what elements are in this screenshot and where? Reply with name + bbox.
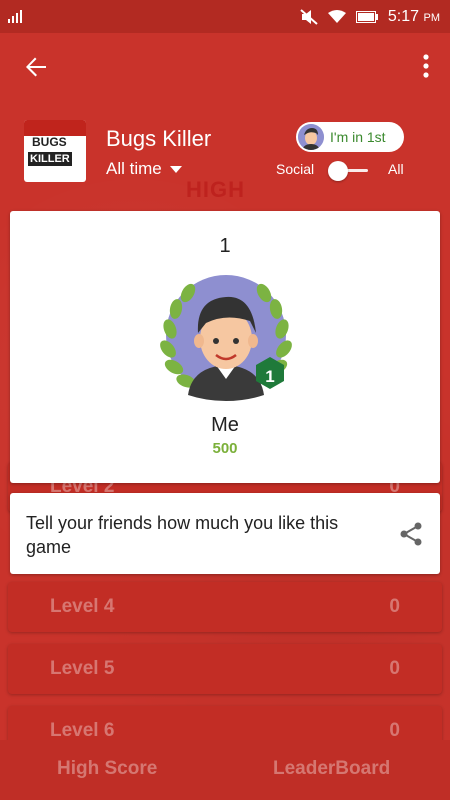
faded-banner: HIGH: [186, 177, 245, 202]
list-item[interactable]: Level 5 0: [8, 644, 442, 694]
list-item[interactable]: Level 4 0: [8, 582, 442, 632]
dropdown-caret-icon: [169, 165, 182, 173]
game-icon: BUGS KILLER: [24, 120, 86, 182]
avatar: [298, 124, 324, 150]
more-vert-icon[interactable]: [418, 51, 434, 81]
share-icon[interactable]: [398, 521, 424, 547]
rank-badge: 1: [265, 367, 275, 386]
clock: 5:17 PM: [387, 7, 440, 25]
tab-leaderboard[interactable]: LeaderBoard: [273, 758, 390, 780]
status-bar: 5:17 PM: [0, 0, 450, 33]
signal-bars-icon: [8, 10, 22, 23]
player-avatar: [160, 275, 292, 401]
app-bar: [0, 33, 450, 99]
battery-icon: [355, 10, 378, 23]
game-title: Bugs Killer: [106, 126, 212, 151]
social-all-toggle[interactable]: [328, 161, 368, 181]
player-score: 500: [212, 440, 238, 457]
toggle-social-label: Social: [276, 161, 315, 177]
wifi-icon: [327, 9, 346, 23]
time-filter-label: All time: [106, 159, 162, 178]
tab-high-score[interactable]: High Score: [57, 758, 157, 780]
toggle-all-label: All: [388, 161, 404, 177]
player-card: 1 1 Me 500: [10, 211, 440, 483]
rank-chip-label: I'm in 1st: [330, 129, 386, 145]
time-filter-dropdown[interactable]: All time: [106, 159, 182, 179]
player-name: Me: [211, 414, 239, 436]
mute-icon: [300, 8, 318, 25]
player-rank: 1: [219, 235, 231, 257]
share-text: Tell your friends how much you like this…: [26, 513, 339, 557]
back-arrow-icon[interactable]: [22, 53, 50, 81]
rank-chip[interactable]: I'm in 1st: [296, 122, 404, 152]
share-card[interactable]: Tell your friends how much you like this…: [10, 493, 440, 574]
bottom-tab-bar: High Score LeaderBoard: [0, 740, 450, 800]
